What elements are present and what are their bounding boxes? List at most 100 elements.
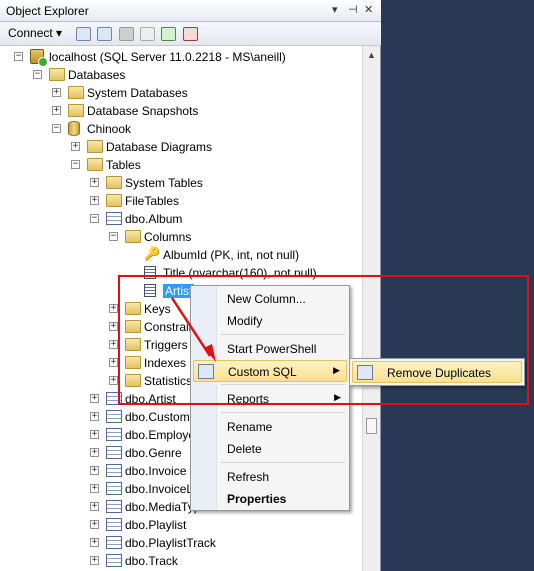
filter-icon[interactable] [140,27,155,41]
expand-icon[interactable]: + [90,394,99,403]
close-icon[interactable]: ✕ [364,3,373,16]
menu-item-rename[interactable]: Rename [193,416,347,438]
collapse-icon[interactable]: − [52,124,61,133]
connect-button[interactable]: Connect ▾ [8,26,62,40]
tree-node-label: Triggers [144,338,188,352]
pin-icon[interactable]: ⊣ [348,3,358,16]
tree-node-label: Tables [106,158,141,172]
collapse-icon[interactable]: − [33,70,42,79]
disconnect-icon[interactable] [97,27,112,41]
folder-icon [87,140,103,153]
menu-item-start-powershell[interactable]: Start PowerShell [193,338,347,360]
expand-icon[interactable]: + [109,322,118,331]
tree-node-label: dbo.Playlist [125,518,187,532]
panel-title: Object Explorer [6,4,89,18]
dropdown-icon[interactable]: ▾ [332,3,338,16]
menu-separator [221,334,345,335]
tree-node-label: Database Diagrams [106,140,213,154]
tree-node[interactable]: + dbo.Playlist [0,516,362,534]
collapse-icon[interactable]: − [71,160,80,169]
table-icon [106,464,122,477]
vertical-scrollbar[interactable]: ▲ [362,46,380,571]
tree-node[interactable]: − Chinook [0,120,362,138]
expand-icon[interactable]: + [90,178,99,187]
stop-icon[interactable] [119,27,134,41]
scroll-up-icon[interactable]: ▲ [367,50,376,60]
expand-icon[interactable]: + [109,358,118,367]
refresh-icon[interactable] [161,27,176,41]
toolbar: Connect ▾ [0,22,381,46]
expand-icon[interactable]: + [90,556,99,565]
expand-icon[interactable]: + [109,340,118,349]
menu-item-remove-duplicates[interactable]: Remove Duplicates [352,361,522,383]
tree-node-label: Title (nvarchar(160), not null) [163,266,317,280]
expand-icon[interactable]: + [90,466,99,475]
column-icon [144,266,156,279]
tree-node[interactable]: + Database Snapshots [0,102,362,120]
expand-icon[interactable]: + [90,448,99,457]
expand-icon[interactable]: + [52,106,61,115]
menu-item-modify[interactable]: Modify [193,310,347,332]
expand-icon[interactable]: + [90,520,99,529]
context-menu: New Column... Modify Start PowerShell Cu… [190,285,350,511]
tree-node[interactable]: − Columns [0,228,362,246]
menu-item-delete[interactable]: Delete [193,438,347,460]
tree-node[interactable]: + FileTables [0,192,362,210]
folder-icon [106,176,122,189]
tree-node[interactable]: − localhost (SQL Server 11.0.2218 - MS\an… [0,48,362,67]
collapse-icon[interactable]: − [14,52,23,61]
tree-node-label: Columns [144,230,192,244]
tree-node[interactable]: + System Databases [0,84,362,102]
tree-node-label: Indexes [144,356,187,370]
folder-icon [125,356,141,369]
folder-icon [87,158,103,171]
panel-titlebar: Object Explorer ▾ ⊣ ✕ [0,0,381,22]
menu-item-reports[interactable]: Reports ▶ [193,388,347,410]
expand-icon[interactable]: + [90,196,99,205]
menu-item-label: Refresh [227,470,270,484]
menu-item-refresh[interactable]: Refresh [193,466,347,488]
menu-item-new-column[interactable]: New Column... [193,288,347,310]
expand-icon[interactable]: + [90,538,99,547]
menu-separator [221,462,345,463]
activity-monitor-icon[interactable] [183,27,198,41]
menu-item-label: Delete [227,442,262,456]
tree-node[interactable]: − Databases [0,66,362,84]
tree-node[interactable]: − dbo.Album [0,210,362,228]
tree-node-label: FileTables [125,194,180,208]
menu-item-properties[interactable]: Properties [193,488,347,510]
tree-node[interactable]: + System Tables [0,174,362,192]
tree-node[interactable]: 🔑 AlbumId (PK, int, not null) [0,246,362,264]
tree-node-label: Databases [68,68,126,82]
table-icon [106,554,122,567]
tree-node-label: dbo.Genre [125,446,182,460]
menu-item-custom-sql[interactable]: Custom SQL ▶ [193,360,347,382]
tree-node[interactable]: Title (nvarchar(160), not null) [0,264,362,282]
tree-node[interactable]: + Database Diagrams [0,138,362,156]
expand-icon[interactable]: + [90,412,99,421]
expand-icon[interactable]: + [109,376,118,385]
folder-icon [125,230,141,243]
tree-node[interactable]: + dbo.PlaylistTrack [0,534,362,552]
tree-node-label: System Tables [125,176,203,190]
tree-node-label: Keys [144,302,171,316]
tree-node[interactable]: − Tables [0,156,362,174]
expand-icon[interactable]: + [90,430,99,439]
expand-icon[interactable]: + [109,304,118,313]
collapse-icon[interactable]: − [90,214,99,223]
document-area [381,0,534,571]
expand-icon[interactable]: + [90,502,99,511]
collapse-icon[interactable]: − [109,232,118,241]
expand-icon[interactable]: + [52,88,61,97]
menu-item-label: Rename [227,420,273,434]
table-icon [106,536,122,549]
submenu-arrow-icon: ▶ [334,392,341,402]
scroll-thumb[interactable] [366,418,377,434]
expand-icon[interactable]: + [71,142,80,151]
expand-icon[interactable]: + [90,484,99,493]
tree-node[interactable]: + dbo.Track [0,552,362,570]
custom-sql-icon [198,364,214,379]
connect-object-explorer-icon[interactable] [76,27,91,41]
tree-node-label: dbo.Album [125,212,183,226]
menu-item-label: New Column... [227,292,306,306]
